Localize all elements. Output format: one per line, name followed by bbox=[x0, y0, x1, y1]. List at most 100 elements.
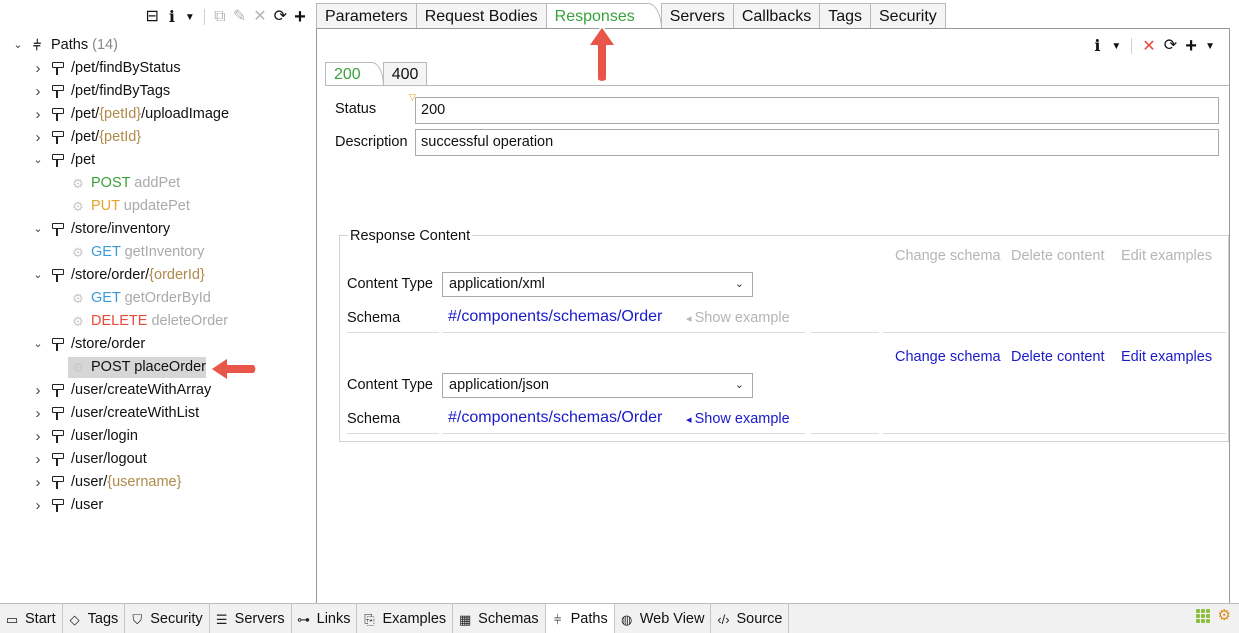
content-type-select[interactable]: application/xml ⌄ bbox=[442, 272, 753, 297]
schema-reference-link[interactable]: #/components/schemas/Order bbox=[448, 308, 662, 326]
server-icon: ☰ bbox=[215, 611, 228, 627]
tree-path-row[interactable]: ⌄ /store/order bbox=[0, 333, 316, 356]
grid-icon[interactable] bbox=[1195, 609, 1210, 623]
chevron-right-icon[interactable]: › bbox=[32, 379, 44, 402]
tab-request-bodies[interactable]: Request Bodies bbox=[415, 3, 547, 29]
bottom-tab-links[interactable]: ⊶ Links bbox=[292, 604, 358, 633]
chevron-right-icon[interactable]: › bbox=[32, 494, 44, 517]
delete-content-link[interactable]: Delete content bbox=[1011, 248, 1105, 264]
path-segment: /user/login bbox=[71, 428, 138, 444]
http-method: POST bbox=[91, 359, 131, 375]
bottom-tab-tags[interactable]: ◇ Tags bbox=[63, 604, 126, 633]
tab-servers[interactable]: Servers bbox=[660, 3, 734, 29]
content-type-select[interactable]: application/json ⌄ bbox=[442, 373, 753, 398]
chevron-down-icon[interactable]: ⌄ bbox=[32, 149, 44, 172]
bottom-tab-label: Links bbox=[316, 610, 351, 627]
response-code-tab-200[interactable]: 200 bbox=[325, 62, 384, 86]
bottom-tab-source[interactable]: ‹/› Source bbox=[711, 604, 790, 633]
editor-pane: Parameters Request Bodies Responses Servers… bbox=[316, 0, 1239, 604]
tree-path-row[interactable]: › /pet/{petId}/uploadImage bbox=[0, 103, 316, 126]
show-example-toggle[interactable]: ◂ Show example bbox=[686, 310, 790, 326]
edit-examples-link[interactable]: Edit examples bbox=[1121, 349, 1212, 365]
edit-examples-link[interactable]: Edit examples bbox=[1121, 248, 1212, 264]
chevron-right-icon[interactable]: › bbox=[32, 126, 44, 149]
http-method: GET bbox=[91, 244, 121, 260]
info-icon[interactable]: i bbox=[166, 7, 178, 27]
bottom-tab-web-view[interactable]: ◍ Web View bbox=[615, 604, 712, 633]
change-schema-link[interactable]: Change schema bbox=[895, 349, 1001, 365]
tree-path-row[interactable]: › /pet/findByStatus bbox=[0, 57, 316, 80]
tree-path-row[interactable]: › /user/login bbox=[0, 425, 316, 448]
chevron-right-icon[interactable]: › bbox=[32, 57, 44, 80]
dropdown-caret-icon[interactable]: ▼ bbox=[185, 12, 195, 23]
gear-icon: ⚙ bbox=[72, 199, 84, 214]
bottom-tab-servers[interactable]: ☰ Servers bbox=[210, 604, 292, 633]
delete-icon[interactable]: ✕ bbox=[1142, 36, 1155, 56]
tree-path-row[interactable]: › /user/logout bbox=[0, 448, 316, 471]
schema-reference-link[interactable]: #/components/schemas/Order bbox=[448, 409, 662, 427]
add-dropdown-caret-icon[interactable]: ▼ bbox=[1205, 41, 1215, 52]
paths-icon: ⫩ bbox=[553, 611, 562, 627]
edit-icon[interactable]: ✎ bbox=[233, 7, 246, 27]
tree-path-row[interactable]: › /user/createWithList bbox=[0, 402, 316, 425]
show-example-toggle[interactable]: ◂ Show example bbox=[686, 411, 790, 427]
chevron-right-icon[interactable]: › bbox=[32, 402, 44, 425]
tree-path-row[interactable]: › /pet/findByTags bbox=[0, 80, 316, 103]
chevron-down-icon[interactable]: ⌄ bbox=[735, 273, 744, 296]
chevron-down-icon[interactable]: ⌄ bbox=[32, 264, 44, 287]
change-schema-link[interactable]: Change schema bbox=[895, 248, 1001, 264]
chevron-down-icon[interactable]: ⌄ bbox=[32, 333, 44, 356]
tree-path-row[interactable]: › /user bbox=[0, 494, 316, 517]
refresh-icon[interactable]: ⟳ bbox=[1164, 36, 1177, 56]
tree-operation-row[interactable]: ⚙ PUT updatePet bbox=[0, 195, 316, 218]
chevron-right-icon[interactable]: › bbox=[32, 448, 44, 471]
copy-icon[interactable]: ⧉ bbox=[214, 7, 226, 27]
chevron-down-icon[interactable]: ⌄ bbox=[12, 34, 24, 57]
tree-operation-row[interactable]: ⚙ GET getOrderById bbox=[0, 287, 316, 310]
chevron-right-icon[interactable]: › bbox=[32, 471, 44, 494]
chevron-right-icon[interactable]: › bbox=[32, 80, 44, 103]
tree-path-row[interactable]: ⌄ /store/inventory bbox=[0, 218, 316, 241]
settings-gears-icon[interactable]: ⚙ bbox=[1218, 608, 1231, 623]
chevron-right-icon[interactable]: › bbox=[32, 425, 44, 448]
tab-callbacks[interactable]: Callbacks bbox=[732, 3, 821, 29]
path-label: /user/{username} bbox=[71, 471, 181, 494]
bottom-tab-paths[interactable]: ⫩ Paths bbox=[545, 604, 615, 633]
cell-divider bbox=[442, 332, 805, 333]
delete-content-link[interactable]: Delete content bbox=[1011, 349, 1105, 365]
chevron-right-icon[interactable]: › bbox=[32, 103, 44, 126]
tree-operation-row[interactable]: ⚙ DELETE deleteOrder bbox=[0, 310, 316, 333]
add-icon[interactable]: + bbox=[294, 7, 306, 27]
tree-path-row[interactable]: › /user/{username} bbox=[0, 471, 316, 494]
chevron-down-icon[interactable]: ⌄ bbox=[735, 374, 744, 397]
bottom-tab-start[interactable]: ▭ Start bbox=[0, 604, 63, 633]
tree-path-row[interactable]: › /pet/{petId} bbox=[0, 126, 316, 149]
tab-parameters[interactable]: Parameters bbox=[316, 3, 417, 29]
add-icon[interactable]: + bbox=[1185, 36, 1197, 56]
tree-path-row[interactable]: › /user/createWithArray bbox=[0, 379, 316, 402]
tab-tags[interactable]: Tags bbox=[819, 3, 871, 29]
path-segment: /user/createWithList bbox=[71, 405, 200, 421]
path-segment: /store/order/ bbox=[71, 267, 150, 283]
status-field[interactable]: 200 bbox=[415, 97, 1219, 124]
tree-root-paths[interactable]: ⌄ ⫩ Paths (14) bbox=[0, 34, 316, 57]
bottom-tab-examples[interactable]: ⎘ Examples bbox=[357, 604, 454, 633]
bottom-tab-security[interactable]: ⛉ Security bbox=[125, 604, 210, 633]
triangle-left-icon: ◂ bbox=[686, 313, 695, 325]
description-field[interactable]: successful operation bbox=[415, 129, 1219, 156]
operation-label: GET getOrderById bbox=[91, 287, 211, 310]
tree-operation-row[interactable]: ⚙ POST placeOrder bbox=[0, 356, 316, 379]
bottom-tab-schemas[interactable]: ▦ Schemas bbox=[453, 604, 546, 633]
dropdown-caret-icon[interactable]: ▼ bbox=[1111, 41, 1121, 52]
delete-icon[interactable]: ✕ bbox=[253, 7, 266, 27]
refresh-icon[interactable]: ⟳ bbox=[274, 7, 287, 27]
response-code-tab-400[interactable]: 400 bbox=[382, 62, 428, 86]
tree-operation-row[interactable]: ⚙ GET getInventory bbox=[0, 241, 316, 264]
collapse-all-icon[interactable]: ⊟ bbox=[145, 7, 158, 27]
tree-operation-row[interactable]: ⚙ POST addPet bbox=[0, 172, 316, 195]
tab-security[interactable]: Security bbox=[870, 3, 946, 29]
info-icon[interactable]: i bbox=[1091, 36, 1103, 56]
tree-path-row[interactable]: ⌄ /store/order/{orderId} bbox=[0, 264, 316, 287]
chevron-down-icon[interactable]: ⌄ bbox=[32, 218, 44, 241]
tree-path-row[interactable]: ⌄ /pet bbox=[0, 149, 316, 172]
